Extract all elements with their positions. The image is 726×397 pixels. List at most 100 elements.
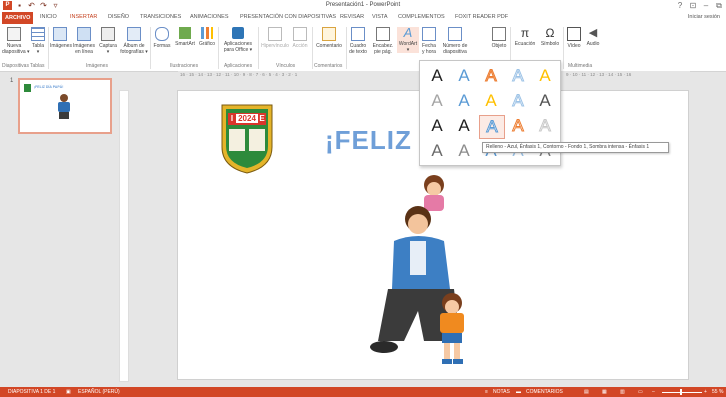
vertical-ruler (119, 90, 129, 382)
equation-button[interactable]: π Ecuación (512, 27, 538, 47)
speaker-icon: ◀ (588, 27, 598, 39)
tab-diseno[interactable]: DISEÑO (108, 14, 129, 20)
tab-revisar[interactable]: REVISAR (340, 14, 364, 20)
help-button[interactable]: ? (675, 1, 685, 11)
wordart-style-2[interactable]: A (452, 65, 476, 87)
video-icon (567, 27, 581, 41)
header-footer-button[interactable]: Encabez. pie pág. (370, 27, 396, 55)
wordart-button[interactable]: A WordArt ▾ (397, 26, 419, 53)
screenshot-button[interactable]: Captura ▾ (98, 27, 118, 55)
wordart-style-7[interactable]: A (452, 90, 476, 112)
zoom-level[interactable]: 55 % (712, 389, 723, 395)
wordart-style-1[interactable]: A (425, 65, 449, 87)
reading-view-icon[interactable]: ▥ (620, 389, 625, 395)
symbol-label: Símbolo (540, 41, 560, 47)
table-label: Tabla ▾ (32, 43, 44, 55)
notes-icon[interactable]: ≡ (485, 389, 488, 395)
wordart-style-3[interactable]: A (479, 65, 503, 87)
status-bar: DIAPOSITIVA 1 DE 1 ▣ ESPAÑOL (PERÚ) ≡ NO… (0, 387, 726, 397)
wordart-style-4[interactable]: A (506, 65, 530, 87)
zoom-slider-thumb[interactable] (680, 389, 682, 395)
apps-for-office-button[interactable]: Aplicaciones para Office ▾ (220, 27, 256, 53)
wordart-style-13[interactable]: A (479, 115, 505, 139)
object-icon (492, 27, 506, 41)
separator (48, 27, 49, 69)
wordart-style-17[interactable]: A (452, 140, 476, 162)
slide-number-button[interactable]: Número de diapositiva (440, 27, 470, 55)
online-pictures-button[interactable]: Imágenes en línea (72, 27, 96, 55)
table-button[interactable]: Tabla ▾ (30, 27, 46, 55)
slideshow-icon[interactable]: ▭ (638, 389, 643, 395)
smartart-label: SmartArt (175, 41, 195, 47)
minimize-button[interactable]: – (701, 1, 711, 11)
tab-archivo[interactable]: ARCHIVO (2, 12, 34, 24)
wordart-style-16[interactable]: A (425, 140, 449, 162)
separator (563, 27, 564, 69)
wordart-style-10[interactable]: A (533, 90, 557, 112)
zoom-in-button[interactable]: + (704, 389, 707, 395)
pi-icon: π (520, 26, 530, 40)
badge-letter-i: I (230, 114, 234, 123)
header-footer-icon (376, 27, 390, 41)
zoom-slider[interactable] (662, 392, 702, 393)
tab-vista[interactable]: VISTA (372, 14, 388, 20)
audio-button[interactable]: ◀ Audio (584, 27, 602, 47)
action-icon (293, 27, 307, 41)
wordart-label: WordArt ▾ (398, 41, 418, 53)
tab-foxit[interactable]: FOXIT READER PDF (455, 14, 508, 20)
tab-transiciones[interactable]: TRANSICIONES (140, 14, 181, 20)
pictures-icon (53, 27, 67, 41)
date-time-label: Fecha y hora (422, 43, 436, 55)
spell-check-icon[interactable]: ▣ (66, 389, 71, 395)
photo-album-label: Álbum de fotografías ▾ (120, 43, 148, 55)
notes-button[interactable]: NOTAS (493, 389, 510, 395)
zoom-out-button[interactable]: – (652, 389, 655, 395)
new-slide-button[interactable]: Nueva diapositiva ▾ (2, 27, 30, 55)
separator (312, 27, 313, 69)
tab-presentacion[interactable]: PRESENTACIÓN CON DIAPOSITIVAS (240, 14, 336, 20)
signin-link[interactable]: Iniciar sesión (688, 14, 720, 20)
object-button[interactable]: Objeto (490, 27, 508, 49)
date-time-button[interactable]: Fecha y hora (420, 27, 438, 55)
wordart-style-12[interactable]: A (452, 115, 476, 137)
wordart-style-9[interactable]: A (506, 90, 530, 112)
comments-icon[interactable]: ▬ (516, 389, 521, 395)
normal-view-icon[interactable]: ▤ (584, 389, 589, 395)
symbol-button[interactable]: Ω Símbolo (539, 27, 561, 47)
tab-animaciones[interactable]: ANIMACIONES (190, 14, 229, 20)
ribbon-tabs: ARCHIVO INICIO INSERTAR DISEÑO TRANSICIO… (0, 12, 726, 24)
video-label: Vídeo (567, 43, 581, 49)
wordart-style-6[interactable]: A (425, 90, 449, 112)
textbox-button[interactable]: Cuadro de texto (347, 27, 369, 55)
shapes-button[interactable]: Formas (152, 27, 172, 49)
maximize-button[interactable]: ⧉ (714, 1, 724, 11)
smartart-button[interactable]: SmartArt (174, 27, 196, 47)
comment-button[interactable]: Comentario (314, 27, 344, 49)
group-tables: Tablas (30, 63, 45, 69)
wordart-style-8[interactable]: A (479, 90, 503, 112)
object-label: Objeto (491, 43, 507, 49)
ribbon-options-button[interactable]: ⊡ (688, 1, 698, 11)
comments-button[interactable]: COMENTARIOS (526, 389, 563, 395)
tab-inicio[interactable]: INICIO (40, 14, 57, 20)
shapes-icon (155, 27, 169, 41)
tab-insertar[interactable]: INSERTAR (70, 14, 97, 20)
slide-title-text[interactable]: ¡FELIZ (325, 125, 412, 156)
wordart-style-5[interactable]: A (533, 65, 557, 87)
tab-complementos[interactable]: COMPLEMENTOS (398, 14, 445, 20)
language-status[interactable]: ESPAÑOL (PERÚ) (78, 389, 120, 395)
pictures-button[interactable]: Imágenes (50, 27, 72, 49)
wordart-style-14[interactable]: A (506, 115, 530, 137)
action-button[interactable]: Acción (290, 27, 310, 49)
photo-album-button[interactable]: Álbum de fotografías ▾ (120, 27, 148, 55)
wordart-style-11[interactable]: A (425, 115, 449, 137)
hyperlink-button[interactable]: Hipervínculo (260, 27, 290, 49)
wordart-style-15[interactable]: A (533, 115, 557, 137)
thumbnail-title: ¡FELIZ DÍA PAPÁ! (34, 85, 64, 89)
ruler-right-numbers: 9 · 10 · 11 · 12 · 13 · 14 · 15 · 16 (566, 72, 632, 77)
chart-button[interactable]: Gráfico (198, 27, 216, 47)
slide-sorter-icon[interactable]: ▦ (602, 389, 607, 395)
video-button[interactable]: Vídeo (565, 27, 583, 49)
slide-thumbnail[interactable]: ¡FELIZ DÍA PAPÁ! (18, 78, 112, 134)
slide-number-label: Número de diapositiva (442, 43, 468, 55)
